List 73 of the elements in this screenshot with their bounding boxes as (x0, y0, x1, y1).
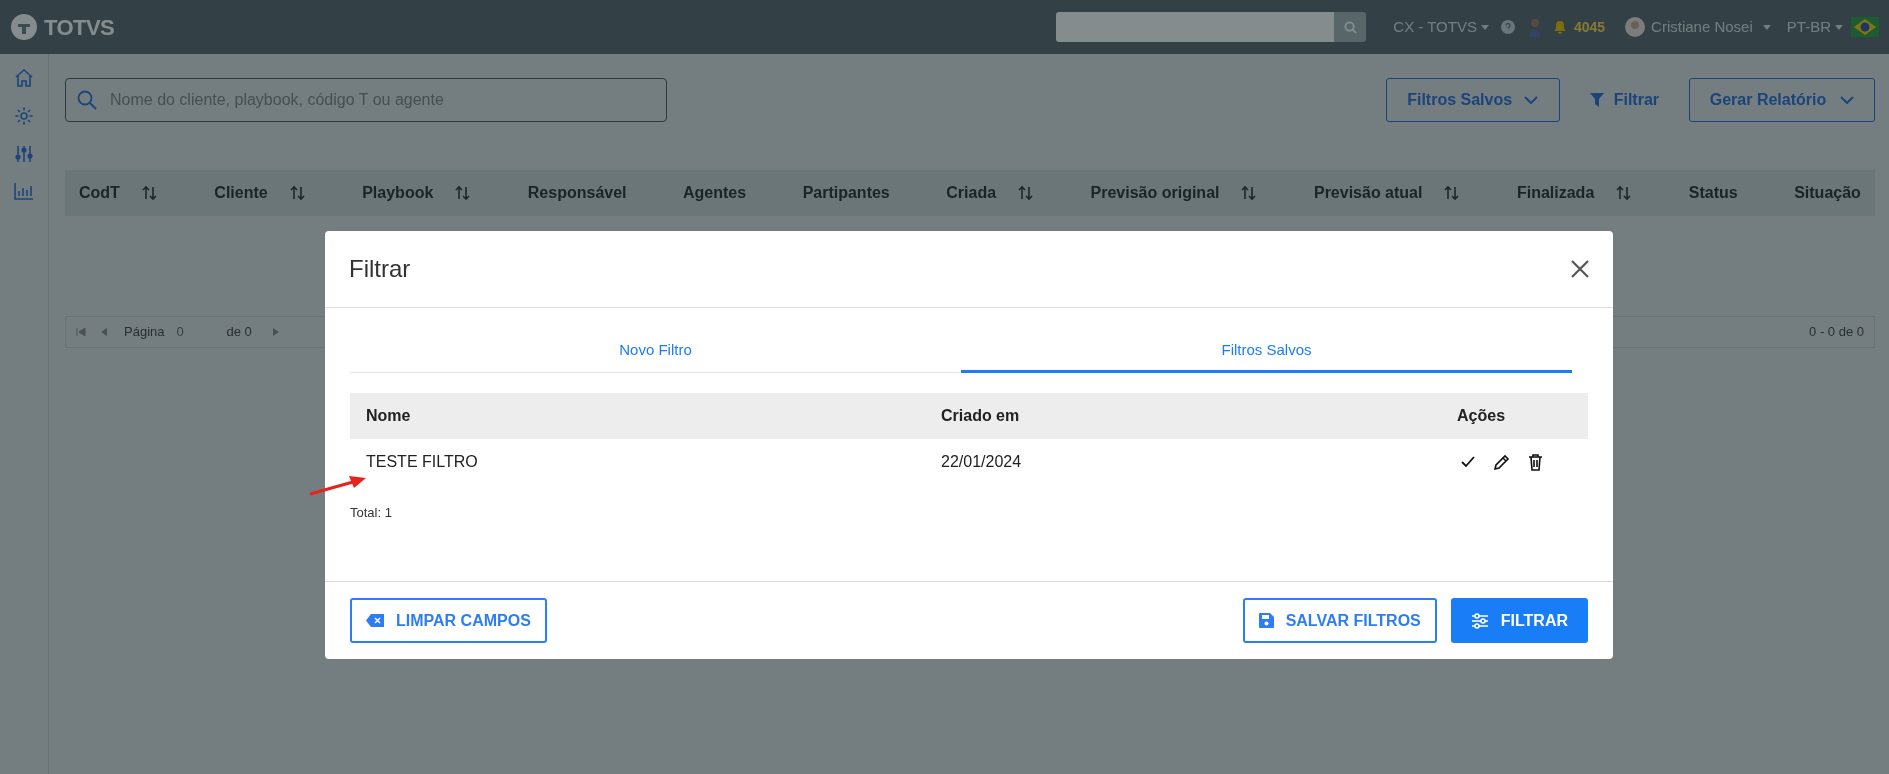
flag-icon[interactable] (1851, 17, 1879, 37)
sort-icon[interactable] (289, 185, 306, 201)
sort-icon[interactable] (1616, 185, 1633, 201)
column-header: Ações (1457, 406, 1507, 426)
column-header: Finalizada (1516, 183, 1595, 203)
column-header: Previsão atual (1313, 183, 1423, 203)
check-icon[interactable] (1461, 456, 1475, 468)
org-dropdown[interactable]: CX - TOTVS (1393, 15, 1489, 39)
column-header: Criada (946, 183, 997, 203)
filter-icon (1589, 93, 1604, 107)
search-button[interactable] (1334, 12, 1367, 42)
column-header: CodT (79, 183, 120, 203)
home-icon[interactable] (14, 68, 34, 88)
page-total: de 0 (226, 323, 252, 342)
chevron-down-icon (1840, 96, 1855, 104)
backspace-icon (366, 614, 384, 627)
save-icon (1258, 613, 1274, 628)
sort-icon[interactable] (141, 185, 158, 201)
search-icon (1343, 20, 1357, 34)
sort-icon[interactable] (1018, 185, 1035, 201)
notification-count: 4045 (1573, 17, 1606, 37)
saved-filters-dropdown[interactable]: Filtros Salvos (1385, 78, 1560, 122)
first-page-icon[interactable] (76, 327, 86, 337)
logo-icon (10, 13, 38, 41)
sliders-icon[interactable] (14, 144, 34, 164)
column-header: Playbook (362, 183, 434, 203)
tab[interactable]: Filtros Salvos (961, 330, 1572, 373)
trash-icon[interactable] (1528, 453, 1543, 471)
column-header: Responsável (527, 183, 627, 203)
search-icon (77, 90, 97, 110)
table-cell-text: TESTE FILTRO (366, 452, 479, 472)
column-header: Situação (1794, 183, 1861, 203)
column-header: Nome (366, 406, 412, 426)
column-header: Agentes (683, 183, 747, 203)
column-header: Previsão original (1090, 183, 1220, 203)
language-dropdown[interactable]: PT-BR (1786, 15, 1843, 39)
clear-fields-button[interactable]: LIMPAR CAMPOS (350, 598, 547, 643)
pencil-icon[interactable] (1493, 453, 1510, 471)
chart-icon[interactable] (14, 182, 34, 200)
user-avatar-icon[interactable] (1625, 17, 1646, 37)
next-page-icon[interactable] (271, 327, 280, 337)
help-icon[interactable] (1500, 20, 1515, 34)
dialog-title: Filtrar (349, 254, 412, 284)
total-count: Total: 1 (350, 504, 393, 522)
column-header: Status (1688, 183, 1738, 203)
column-header: Cliente (214, 183, 268, 203)
settings-icon[interactable] (14, 106, 34, 126)
caret-icon (1762, 24, 1771, 30)
apply-filter-button[interactable]: FILTRAR (1450, 598, 1588, 643)
bell-icon[interactable] (1552, 19, 1567, 35)
close-icon[interactable] (1571, 260, 1589, 278)
column-header: Criado em (941, 406, 1021, 426)
sliders-icon (1470, 612, 1489, 629)
sort-icon[interactable] (1444, 185, 1461, 201)
tab[interactable]: Novo Filtro (350, 330, 961, 373)
user-menu[interactable]: Cristiane Nosei (1651, 15, 1771, 39)
page-number[interactable]: 0 (176, 322, 227, 342)
sort-icon[interactable] (1241, 185, 1258, 201)
search-field[interactable] (1056, 12, 1335, 42)
caret-icon (1480, 24, 1489, 30)
record-range: 0 - 0 de 0 (1809, 323, 1864, 342)
chevron-down-icon (1524, 96, 1539, 104)
annotation-arrow (309, 476, 367, 496)
sort-icon[interactable] (455, 185, 472, 201)
caret-icon (1835, 24, 1843, 30)
table-cell-text: 22/01/2024 (941, 452, 1023, 472)
column-header: Partipantes (802, 183, 890, 203)
brand-name: TOTVS (44, 13, 115, 42)
page-label: Página (124, 323, 165, 342)
save-filters-button[interactable]: SALVAR FILTROS (1242, 598, 1437, 643)
report-dropdown[interactable]: Gerar Relatório (1689, 78, 1875, 122)
previous-page-icon[interactable] (100, 327, 108, 337)
filter-button[interactable]: Filtrar (1589, 78, 1659, 122)
